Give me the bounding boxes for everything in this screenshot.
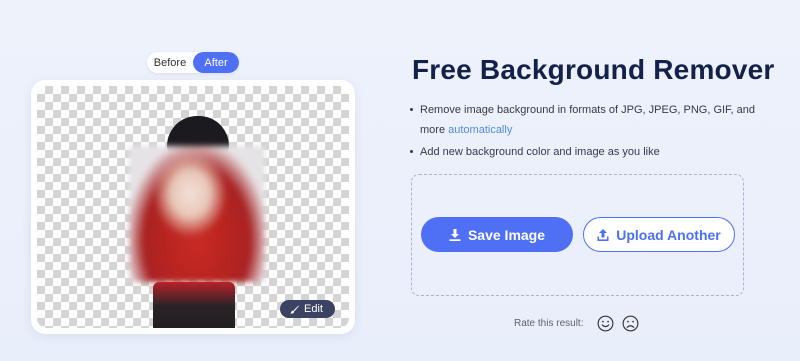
smiley-sad-icon[interactable] <box>622 315 639 332</box>
feature-item-formats: Remove image background in formats of JP… <box>410 100 760 140</box>
smiley-happy-icon[interactable] <box>597 315 614 332</box>
edit-button-label: Edit <box>304 303 323 315</box>
rating-faces <box>597 315 639 332</box>
feature-item-background-text: Add new background color and image as yo… <box>420 146 660 158</box>
edit-button[interactable]: Edit <box>280 300 335 318</box>
subject-image-blurred <box>129 146 265 282</box>
automatically-link[interactable]: automatically <box>448 124 512 136</box>
preview-card: Edit <box>31 80 355 334</box>
before-after-toggle: Before After <box>147 52 239 73</box>
feature-list: Remove image background in formats of JP… <box>410 100 760 162</box>
upload-icon <box>597 228 609 241</box>
rating-label: Rate this result: <box>514 318 584 329</box>
save-image-button[interactable]: Save Image <box>421 217 573 252</box>
save-image-label: Save Image <box>467 226 546 243</box>
brush-icon <box>290 304 299 314</box>
download-icon <box>449 228 461 241</box>
before-toggle-button[interactable]: Before <box>147 52 193 73</box>
upload-another-button[interactable]: Upload Another <box>583 217 735 252</box>
after-toggle-button[interactable]: After <box>193 52 239 73</box>
feature-item-background: Add new background color and image as yo… <box>410 142 760 162</box>
upload-another-label: Upload Another <box>616 226 721 243</box>
page-title: Free Background Remover <box>412 54 775 85</box>
subject-image-lower <box>153 282 235 328</box>
transparent-canvas: Edit <box>37 86 349 328</box>
action-box: Save Image Upload Another <box>411 174 744 296</box>
rating-bar: Rate this result: <box>514 315 639 332</box>
